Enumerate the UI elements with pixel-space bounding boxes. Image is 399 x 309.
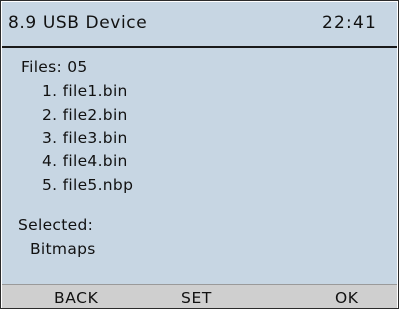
set-softkey[interactable]: SET xyxy=(181,289,212,307)
selected-value: Bitmaps xyxy=(30,240,96,258)
selected-label: Selected: xyxy=(18,216,94,234)
file-list-item[interactable]: 4. file4.bin xyxy=(42,152,128,170)
back-softkey[interactable]: BACK xyxy=(54,289,98,307)
lcd-screen: 8.9 USB Device 22:41 Files: 05 1. file1.… xyxy=(2,2,397,308)
files-count-label: Files: 05 xyxy=(21,58,88,76)
ok-softkey[interactable]: OK xyxy=(335,289,359,307)
softkey-bar: BACK SET OK xyxy=(2,284,397,308)
file-browser: Files: 05 1. file1.bin 2. file2.bin 3. f… xyxy=(2,48,397,282)
device-frame: 8.9 USB Device 22:41 Files: 05 1. file1.… xyxy=(0,0,399,309)
header-bar: 8.9 USB Device 22:41 xyxy=(2,2,397,48)
file-list-item[interactable]: 5. file5.nbp xyxy=(42,176,133,194)
file-list-item[interactable]: 1. file1.bin xyxy=(42,82,128,100)
file-list-item[interactable]: 2. file2.bin xyxy=(42,106,128,124)
screen-title: 8.9 USB Device xyxy=(8,13,148,33)
file-list-item[interactable]: 3. file3.bin xyxy=(42,129,128,147)
clock-time: 22:41 xyxy=(322,13,377,33)
